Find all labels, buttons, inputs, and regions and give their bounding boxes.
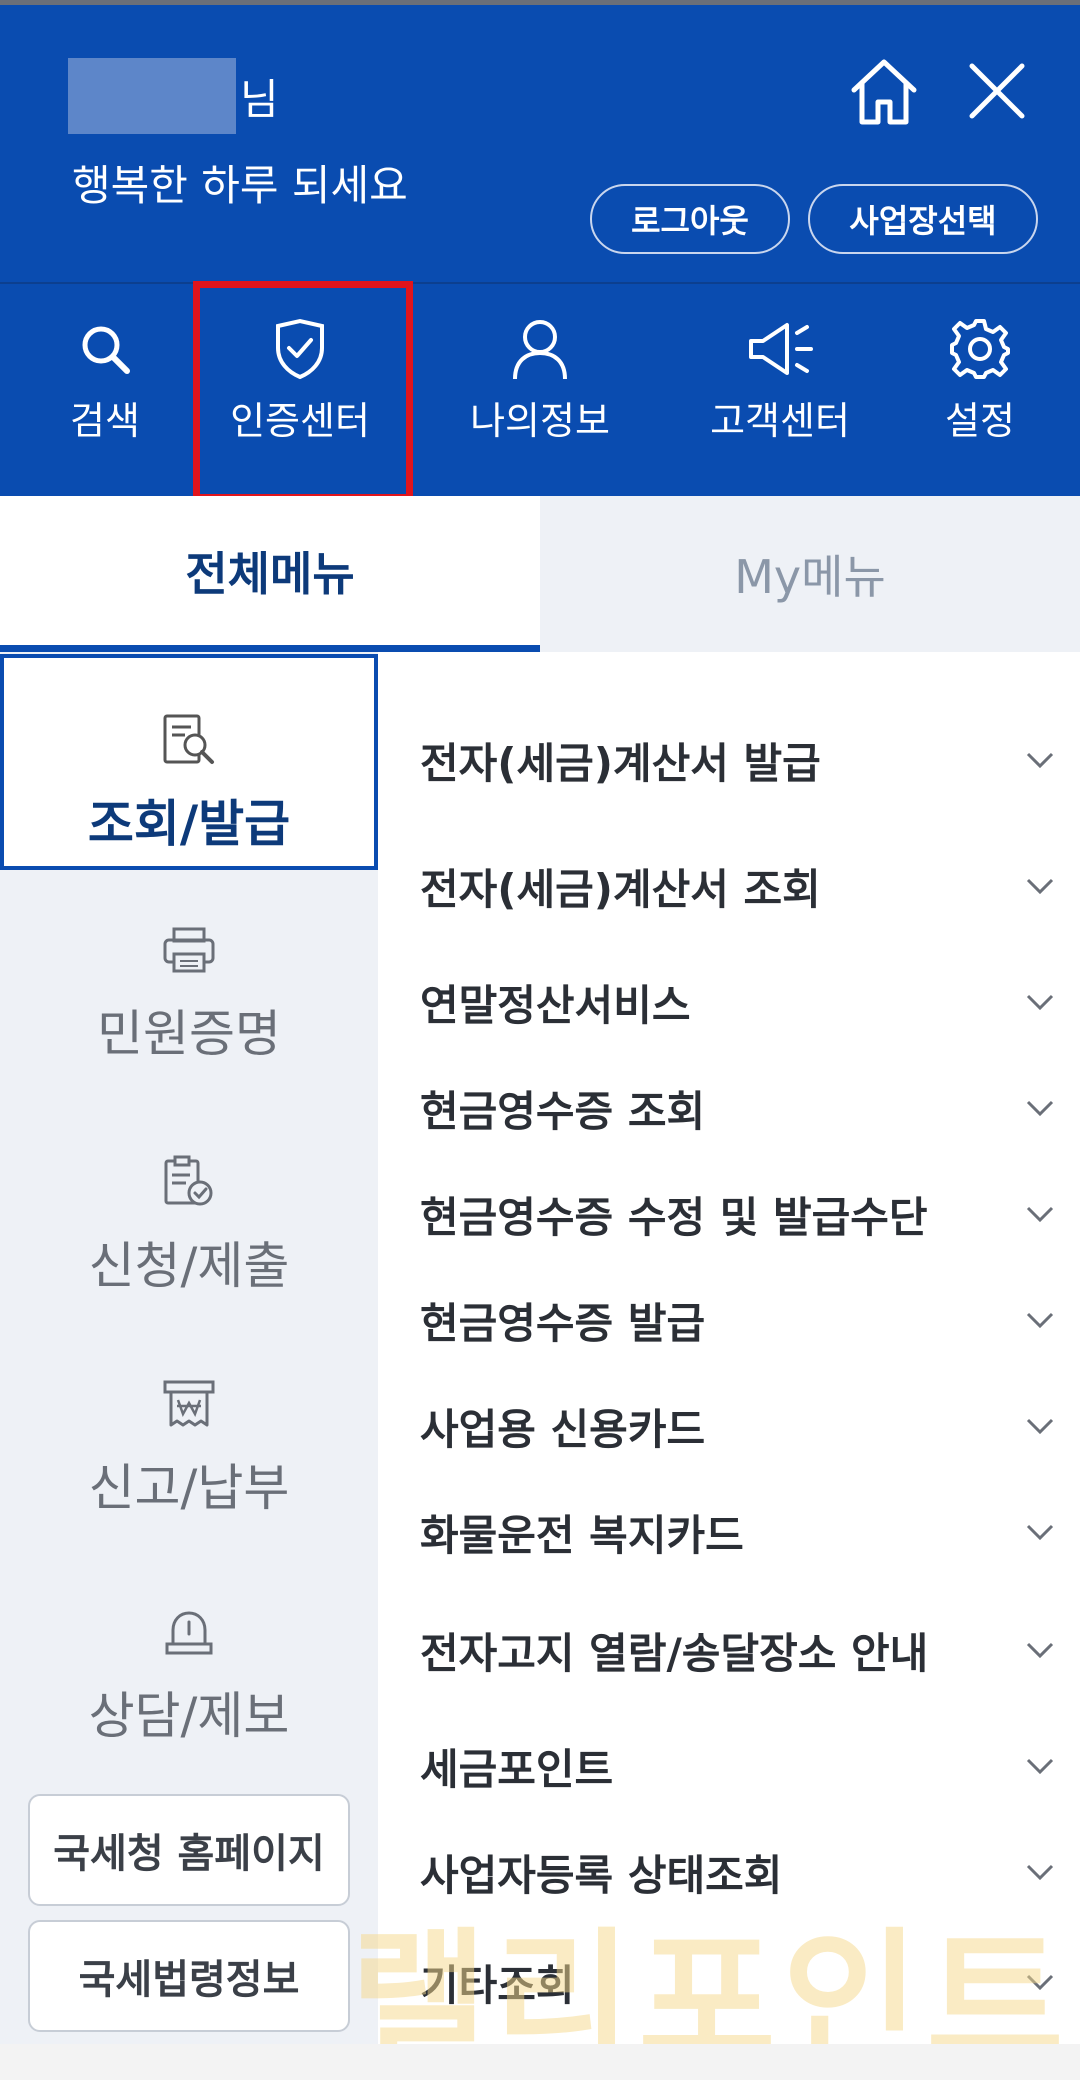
menu-item-label: 전자(세금)계산서 조회 — [420, 864, 821, 914]
chevron-down-icon — [1020, 866, 1060, 906]
close-icon[interactable] — [962, 56, 1032, 126]
chevron-down-icon — [1020, 1512, 1060, 1552]
chevron-down-icon — [1020, 1194, 1060, 1234]
quick-my-info-label: 나의정보 — [470, 399, 610, 443]
quick-settings[interactable]: 설정 — [920, 316, 1040, 456]
menu-item-label: 현금영수증 조회 — [420, 1086, 706, 1136]
menu-item-label: 사업용 신용카드 — [420, 1404, 706, 1454]
chevron-down-icon — [1020, 740, 1060, 780]
user-suffix: 님 — [240, 74, 279, 124]
document-search-icon — [161, 710, 217, 770]
quick-my-info[interactable]: 나의정보 — [450, 316, 630, 456]
sidebar-item-report-payment[interactable]: 신고/납부 — [0, 1374, 378, 1520]
header-divider — [0, 282, 1080, 284]
megaphone-icon — [745, 316, 815, 382]
printer-icon — [162, 920, 216, 980]
sidebar-item-consult-report[interactable]: 상담/제보 — [0, 1602, 378, 1748]
watermark: 랠리포인트 — [350, 1915, 1070, 2070]
sidebar-item-label: 신청/제출 — [88, 1237, 290, 1295]
tab-my-menu[interactable]: My메뉴 — [540, 496, 1080, 652]
menu-item-label: 전자고지 열람/송달장소 안내 — [420, 1628, 929, 1678]
menu-item-label: 화물운전 복지카드 — [420, 1510, 744, 1560]
chevron-down-icon — [1020, 1300, 1060, 1340]
receipt-won-icon — [162, 1374, 216, 1434]
gear-icon — [948, 316, 1012, 382]
submenu-list: 전자(세금)계산서 발급 전자(세금)계산서 조회 연말정산서비스 현금영수증 … — [378, 652, 1080, 2080]
sidebar-item-label: 조회/발급 — [87, 795, 291, 853]
menu-item[interactable]: 현금영수증 발급 — [420, 1280, 1060, 1360]
menu-item[interactable]: 전자(세금)계산서 발급 — [420, 720, 1060, 800]
masked-username — [68, 58, 236, 134]
sidebar-item-label: 신고/납부 — [88, 1459, 290, 1517]
quick-customer-center-label: 고객센터 — [710, 399, 850, 443]
person-icon — [510, 316, 570, 382]
quick-search-label: 검색 — [70, 399, 140, 443]
chevron-down-icon — [1020, 982, 1060, 1022]
bottom-bar — [0, 2044, 1080, 2080]
menu-item-label: 현금영수증 발급 — [420, 1298, 706, 1348]
menu-item[interactable]: 연말정산서비스 — [420, 962, 1060, 1042]
chevron-down-icon — [1020, 1630, 1060, 1670]
menu-item[interactable]: 세금포인트 — [420, 1726, 1060, 1806]
menu-item[interactable]: 현금영수증 조회 — [420, 1068, 1060, 1148]
tab-all-menu[interactable]: 전체메뉴 — [0, 496, 540, 652]
menu-item-label: 연말정산서비스 — [420, 980, 691, 1030]
chevron-down-icon — [1020, 1746, 1060, 1786]
menu-item[interactable]: 현금영수증 수정 및 발급수단 — [420, 1174, 1060, 1254]
sidebar-item-application-submission[interactable]: 신청/제출 — [0, 1152, 378, 1298]
menu-item-label: 전자(세금)계산서 발급 — [420, 738, 821, 788]
greeting-text: 행복한 하루 되세요 — [72, 161, 408, 210]
tax-law-info-button[interactable]: 국세법령정보 — [28, 1920, 350, 2032]
sidebar-item-label: 민원증명 — [97, 1005, 281, 1063]
sidebar-item-civil-certificate[interactable]: 민원증명 — [0, 920, 378, 1066]
quick-customer-center[interactable]: 고객센터 — [690, 316, 870, 456]
chevron-down-icon — [1020, 1088, 1060, 1128]
menu-item[interactable]: 사업용 신용카드 — [420, 1386, 1060, 1466]
chevron-down-icon — [1020, 1406, 1060, 1446]
logout-button[interactable]: 로그아웃 — [590, 184, 790, 254]
menu-item[interactable]: 전자(세금)계산서 조회 — [420, 846, 1060, 926]
search-icon — [77, 316, 133, 382]
status-strip — [0, 0, 1080, 5]
business-select-button[interactable]: 사업장선택 — [808, 184, 1038, 254]
quick-search[interactable]: 검색 — [50, 316, 160, 456]
quick-settings-label: 설정 — [945, 399, 1015, 443]
clipboard-check-icon — [162, 1152, 216, 1212]
menu-item-label: 세금포인트 — [420, 1744, 614, 1794]
category-sidebar: 조회/발급 민원증명 신청/제출 신고/납부 상담/제보 국세청 홈페이지 국세… — [0, 652, 378, 2080]
header: 님 행복한 하루 되세요 로그아웃 사업장선택 검색 인증센터 나의정보 고객센… — [0, 0, 1080, 501]
sidebar-item-label: 상담/제보 — [88, 1687, 290, 1745]
nts-homepage-button[interactable]: 국세청 홈페이지 — [28, 1794, 350, 1906]
menu-item[interactable]: 전자고지 열람/송달장소 안내 — [420, 1610, 1060, 1690]
menu-item[interactable]: 화물운전 복지카드 — [420, 1492, 1060, 1572]
siren-icon — [162, 1602, 216, 1662]
menu-item-label: 현금영수증 수정 및 발급수단 — [420, 1192, 928, 1242]
cert-center-highlight — [193, 281, 413, 501]
home-icon[interactable] — [846, 54, 922, 130]
sidebar-item-inquiry-issue[interactable]: 조회/발급 — [0, 654, 378, 870]
user-greeting: 님 — [68, 58, 279, 134]
